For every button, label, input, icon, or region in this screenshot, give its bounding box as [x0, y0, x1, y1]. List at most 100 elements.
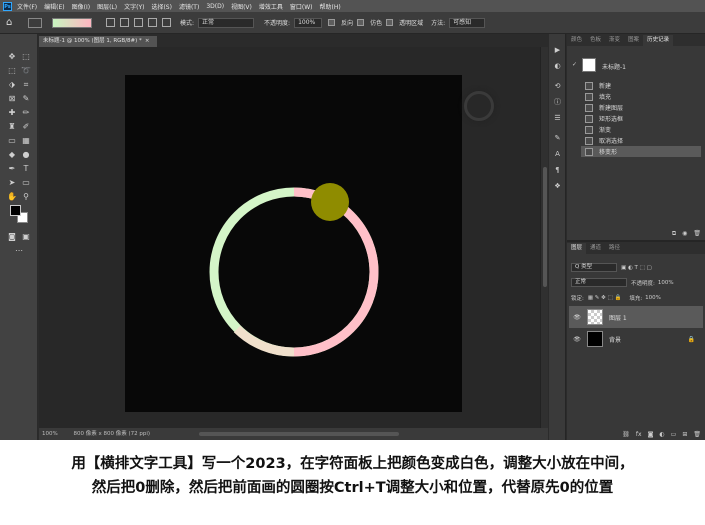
more-tools-icon[interactable]: ⋯ [14, 246, 24, 256]
clone-stamp-icon[interactable]: ♜ [7, 122, 17, 132]
history-item[interactable]: 新建图层 [581, 102, 701, 113]
layer-row-layer1[interactable]: 👁 图层 1 [569, 306, 703, 328]
linear-gradient-icon[interactable] [106, 18, 115, 27]
horizontal-scrollbar[interactable] [199, 432, 399, 436]
eraser-icon[interactable]: ▭ [7, 136, 17, 146]
history-icon[interactable]: ⟲ [553, 82, 562, 91]
trash-icon[interactable]: 🗑 [693, 230, 701, 238]
mask-icon[interactable]: ◙ [648, 431, 654, 438]
tab-history[interactable]: 历史记录 [643, 35, 674, 46]
tab-swatches[interactable]: 色板 [586, 35, 605, 46]
history-brush-source-icon[interactable]: ✓ [572, 61, 577, 68]
play-icon[interactable]: ▶ [553, 46, 562, 55]
layers-comp-icon[interactable]: ❖ [553, 182, 562, 191]
history-item[interactable]: 填充 [581, 91, 701, 102]
document-tab[interactable]: 未标题-1 @ 100% (图层 1, RGB/8#) * × [39, 36, 157, 47]
marquee-icon[interactable]: ⬚ [7, 66, 17, 76]
adjustment-icon[interactable]: ◐ [553, 62, 562, 71]
healing-icon[interactable]: ✚ [7, 108, 17, 118]
foreground-color-swatch[interactable] [10, 205, 21, 216]
tab-patterns[interactable]: 图案 [624, 35, 643, 46]
camera-snapshot-icon[interactable]: ◉ [682, 230, 687, 238]
filter-icons[interactable]: ▣ ◐ T ⬚ ▢ [621, 265, 652, 271]
new-document-from-state-icon[interactable]: ⧉ [672, 230, 676, 238]
blend-mode-select[interactable]: 正常 [571, 278, 627, 287]
blur-icon[interactable]: ◆ [7, 150, 17, 160]
mode-select[interactable]: 正常 [198, 17, 255, 28]
brush-settings-icon[interactable]: ✎ [553, 134, 562, 143]
tab-layers[interactable]: 图层 [567, 243, 587, 254]
screen-mode-icon[interactable]: ▣ [21, 232, 31, 242]
dither-checkbox[interactable] [357, 19, 365, 26]
info-icon[interactable]: ⓘ [553, 98, 562, 107]
history-item[interactable]: 取消选择 [581, 135, 701, 146]
menu-image[interactable]: 图像(I) [72, 2, 90, 11]
hand-icon[interactable]: ✋ [7, 192, 17, 202]
gradient-swatch[interactable] [52, 17, 92, 28]
layer-opacity-value[interactable]: 100% [658, 280, 674, 286]
tab-gradients[interactable]: 渐变 [605, 35, 624, 46]
pen-icon[interactable]: ✒ [7, 164, 17, 174]
fill-value[interactable]: 100% [645, 295, 661, 301]
menu-select[interactable]: 选择(S) [151, 2, 172, 11]
history-brush-icon[interactable]: ✐ [21, 122, 31, 132]
menu-help[interactable]: 帮助(H) [320, 2, 341, 11]
menu-type[interactable]: 文字(Y) [124, 2, 144, 11]
angle-gradient-icon[interactable] [134, 18, 143, 27]
adjustment-layer-icon[interactable]: ◐ [659, 431, 664, 438]
path-select-icon[interactable]: ➤ [7, 178, 17, 188]
crop-icon[interactable]: ⌗ [21, 80, 31, 90]
dodge-icon[interactable]: ● [21, 150, 31, 160]
eye-icon[interactable]: 👁 [573, 336, 581, 343]
quick-mask-icon[interactable]: ◙ [7, 232, 17, 242]
menu-file[interactable]: 文件(F) [17, 2, 37, 11]
menu-filter[interactable]: 滤镜(T) [179, 2, 199, 11]
object-select-icon[interactable]: ⬗ [7, 80, 17, 90]
radial-gradient-icon[interactable] [120, 18, 129, 27]
move-icon[interactable]: ✥ [7, 52, 17, 62]
menu-plugins[interactable]: 增效工具 [259, 2, 283, 11]
trash-icon[interactable]: 🗑 [693, 431, 701, 438]
opacity-input[interactable]: 100% [294, 17, 323, 28]
history-item[interactable]: 矩形选框 [581, 113, 701, 124]
tab-color[interactable]: 颜色 [567, 35, 586, 46]
properties-icon[interactable]: ☰ [553, 114, 562, 123]
canvas-workspace[interactable] [39, 47, 540, 428]
reverse-checkbox[interactable] [328, 19, 336, 26]
group-icon[interactable]: ▭ [671, 431, 677, 438]
document-canvas[interactable] [125, 75, 462, 412]
reflected-gradient-icon[interactable] [148, 18, 157, 27]
new-layer-icon[interactable]: ⊞ [682, 431, 687, 438]
layer-kind-filter[interactable]: Q 类型 [571, 263, 617, 272]
vertical-scrollbar[interactable] [540, 47, 548, 428]
home-icon[interactable]: ⌂ [6, 17, 16, 28]
history-item[interactable]: 渐变 [581, 124, 701, 135]
frame-icon[interactable]: ⊠ [7, 94, 17, 104]
transparency-checkbox[interactable] [386, 19, 394, 26]
character-icon[interactable]: A [553, 150, 562, 159]
gradient-icon[interactable]: ▦ [21, 136, 31, 146]
tab-channels[interactable]: 通道 [586, 243, 605, 254]
lock-icons[interactable]: ▦ ✎ ✥ ⬚ 🔒 [588, 295, 621, 301]
scroll-thumb[interactable] [543, 167, 547, 287]
eyedropper-icon[interactable]: ✎ [21, 94, 31, 104]
fx-icon[interactable]: fx [636, 431, 642, 438]
zoom-readout[interactable]: 100% [42, 431, 58, 437]
brush-icon[interactable]: ✏ [21, 108, 31, 118]
menu-window[interactable]: 窗口(W) [290, 2, 313, 11]
history-item[interactable]: 新建 [581, 80, 701, 91]
history-snapshot[interactable]: ✓ 未标题-1 [572, 58, 700, 76]
menu-3d[interactable]: 3D(D) [206, 3, 224, 10]
menu-layer[interactable]: 图层(L) [97, 2, 117, 11]
tab-paths[interactable]: 路径 [605, 243, 624, 254]
menu-view[interactable]: 视图(V) [231, 2, 252, 11]
zoom-icon[interactable]: ⚲ [21, 192, 31, 202]
layer-row-background[interactable]: 👁 背景 🔒 [569, 328, 703, 350]
paragraph-icon[interactable]: ¶ [553, 166, 562, 175]
history-item-selected[interactable]: 移变形 [581, 146, 701, 157]
close-icon[interactable]: × [145, 38, 150, 44]
artboard-icon[interactable]: ⬚ [21, 52, 31, 62]
link-icon[interactable]: ⛓ [622, 431, 630, 438]
type-icon[interactable]: T [21, 164, 31, 174]
eye-icon[interactable]: 👁 [573, 314, 581, 321]
